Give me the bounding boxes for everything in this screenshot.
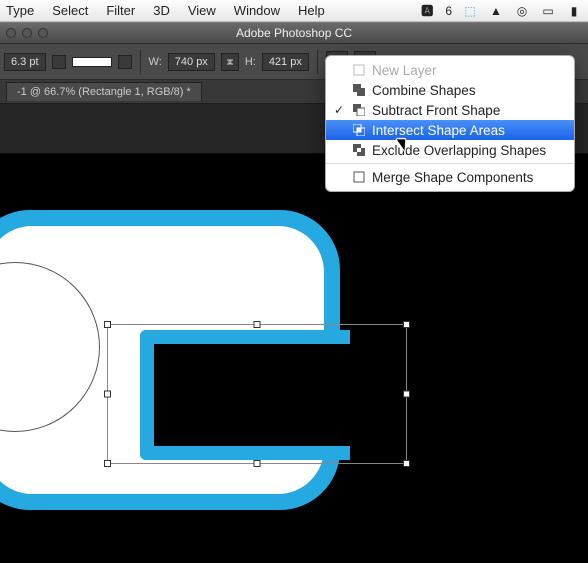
menu-item-label: Merge Shape Components — [372, 170, 533, 185]
width-field[interactable]: 740 px — [168, 53, 215, 71]
zoom-dot[interactable] — [38, 28, 48, 38]
menu-select[interactable]: Select — [52, 3, 88, 18]
transform-handle[interactable] — [254, 321, 261, 328]
transform-handle[interactable] — [104, 321, 111, 328]
menu-item-label: Subtract Front Shape — [372, 103, 500, 118]
dropbox-icon[interactable]: ⬚ — [462, 3, 478, 19]
menu-view[interactable]: View — [188, 3, 216, 18]
menu-item-label: New Layer — [372, 63, 437, 78]
transform-handle[interactable] — [104, 391, 111, 398]
close-dot[interactable] — [6, 28, 16, 38]
menu-type[interactable]: Type — [6, 3, 34, 18]
menu-item-label: Intersect Shape Areas — [372, 123, 505, 138]
width-label: W: — [149, 56, 162, 68]
menu-separator — [326, 163, 574, 164]
stroke-style-preview[interactable] — [72, 57, 112, 67]
app-titlebar: Adobe Photoshop CC — [0, 22, 588, 44]
notification-icon[interactable]: 🅰 — [419, 3, 435, 19]
menu-window[interactable]: Window — [234, 3, 280, 18]
menu-item-intersect-shape-areas[interactable]: Intersect Shape Areas — [326, 120, 574, 140]
transform-handle[interactable] — [403, 321, 410, 328]
minimize-dot[interactable] — [22, 28, 32, 38]
menu-filter[interactable]: Filter — [106, 3, 135, 18]
subtract-icon — [352, 103, 366, 117]
intersect-icon — [352, 123, 366, 137]
menu-item-new-layer: New Layer — [326, 60, 574, 80]
menu-help[interactable]: Help — [298, 3, 325, 18]
transform-handle[interactable] — [403, 391, 410, 398]
window-controls[interactable] — [6, 28, 48, 38]
drive-icon[interactable]: ▲ — [488, 3, 504, 19]
battery-icon[interactable]: ▮ — [566, 3, 582, 19]
height-label: H: — [245, 56, 256, 68]
menu-item-exclude-overlapping[interactable]: Exclude Overlapping Shapes — [326, 140, 574, 160]
divider — [140, 50, 141, 74]
mac-menu-tray: 🅰 6 ⬚ ▲ ◎ ▭ ▮ — [419, 3, 582, 19]
stroke-style-dropdown-icon[interactable] — [118, 55, 132, 69]
transform-bounding-box[interactable] — [107, 324, 407, 464]
app-title: Adobe Photoshop CC — [236, 26, 352, 40]
height-field[interactable]: 421 px — [262, 53, 309, 71]
path-operations-menu: New Layer Combine Shapes ✓ Subtract Fron… — [325, 55, 575, 192]
document-tab-label: -1 @ 66.7% (Rectangle 1, RGB/8) * — [17, 86, 191, 98]
mac-menu-left: Type Select Filter 3D View Window Help — [6, 3, 325, 18]
notification-count: 6 — [445, 4, 452, 18]
new-layer-icon — [352, 63, 366, 77]
exclude-icon — [352, 143, 366, 157]
stroke-width-stepper-icon[interactable] — [52, 55, 66, 69]
merge-icon — [352, 170, 366, 184]
menu-item-label: Combine Shapes — [372, 83, 476, 98]
stroke-width-field[interactable]: 6.3 pt — [4, 53, 46, 71]
divider — [317, 50, 318, 74]
transform-handle[interactable] — [403, 460, 410, 467]
display-icon[interactable]: ▭ — [540, 3, 556, 19]
menu-item-subtract-front-shape[interactable]: ✓ Subtract Front Shape — [326, 100, 574, 120]
link-dimensions-icon[interactable] — [221, 53, 239, 71]
menu-item-merge-shape-components[interactable]: Merge Shape Components — [326, 167, 574, 187]
check-icon: ✓ — [332, 103, 346, 117]
cc-icon[interactable]: ◎ — [514, 3, 530, 19]
menu-3d[interactable]: 3D — [153, 3, 170, 18]
transform-handle[interactable] — [104, 460, 111, 467]
menu-item-combine-shapes[interactable]: Combine Shapes — [326, 80, 574, 100]
transform-handle[interactable] — [254, 460, 261, 467]
document-tab[interactable]: -1 @ 66.7% (Rectangle 1, RGB/8) * — [6, 82, 202, 101]
menu-item-label: Exclude Overlapping Shapes — [372, 143, 546, 158]
combine-icon — [352, 83, 366, 97]
mac-menubar: Type Select Filter 3D View Window Help 🅰… — [0, 0, 588, 22]
